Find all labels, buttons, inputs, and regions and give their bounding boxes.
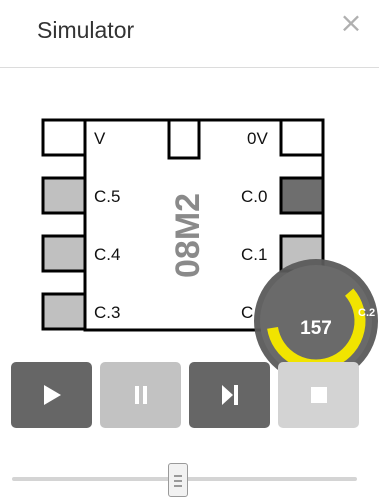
slider-thumb[interactable] [168,463,188,497]
simulator-header: Simulator × [0,0,379,68]
close-icon[interactable]: × [338,9,364,37]
speed-slider[interactable] [12,463,357,497]
gauge-pin-label: C.2 [358,307,375,319]
pin-label-c3: C.3 [94,303,120,322]
gauge-value: 157 [300,318,332,339]
pin-v [41,118,87,157]
step-button[interactable] [189,362,270,428]
play-icon [43,385,61,405]
pause-button[interactable] [100,362,181,428]
pin-label-c2-partial: C [241,303,253,322]
pin-label-c0: C.0 [241,187,267,206]
pin-label-c4: C.4 [94,245,120,264]
stop-icon [310,387,327,403]
pin-top-notch [167,118,201,160]
panel-title: Simulator [37,17,135,43]
chip-name: 08M2 [169,193,207,278]
pin-c0 [279,176,325,215]
pin-label-0v: 0V [247,129,268,148]
step-icon [221,385,238,405]
pin-0v [279,118,325,157]
pin-c3 [41,292,87,331]
pin-label-c5: C.5 [94,187,120,206]
play-button[interactable] [11,362,92,428]
pin-label-v: V [94,129,106,148]
pin-c5 [41,176,87,215]
stop-button[interactable] [278,362,359,428]
simulation-controls [11,362,361,428]
pin-c4 [41,234,87,273]
pause-icon [134,386,147,404]
